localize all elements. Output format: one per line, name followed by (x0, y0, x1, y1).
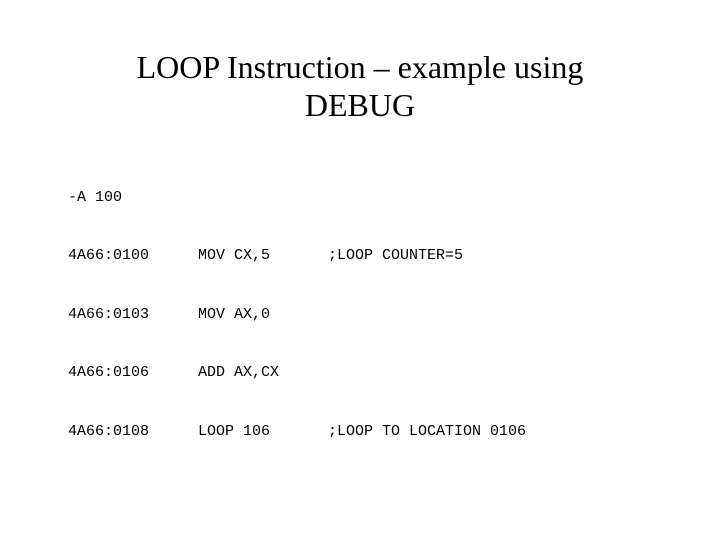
slide-title: LOOP Instruction – example using DEBUG (60, 48, 660, 125)
comment: ;LOOP COUNTER=5 (328, 246, 463, 266)
instr: ADD AX,CX (198, 363, 328, 383)
code-row: 4A66:0103MOV AX,0 (68, 305, 660, 325)
comment: ;LOOP TO LOCATION 0106 (328, 422, 526, 442)
instr: MOV CX,5 (198, 246, 328, 266)
slide: LOOP Instruction – example using DEBUG -… (0, 0, 720, 540)
code-row: 4A66:0100MOV CX,5;LOOP COUNTER=5 (68, 246, 660, 266)
instr: LOOP 106 (198, 422, 328, 442)
addr: 4A66:0106 (68, 363, 198, 383)
addr: 4A66:0100 (68, 246, 198, 266)
code-block: -A 100 4A66:0100MOV CX,5;LOOP COUNTER=5 … (68, 149, 660, 481)
title-line-1: LOOP Instruction – example using (137, 49, 584, 85)
code-row: 4A66:0106ADD AX,CX (68, 363, 660, 383)
code-row: 4A66:0108LOOP 106;LOOP TO LOCATION 0106 (68, 422, 660, 442)
code-row: -A 100 (68, 188, 660, 208)
addr: -A 100 (68, 188, 198, 208)
title-line-2: DEBUG (305, 87, 415, 123)
instr: MOV AX,0 (198, 305, 328, 325)
addr: 4A66:0108 (68, 422, 198, 442)
addr: 4A66:0103 (68, 305, 198, 325)
